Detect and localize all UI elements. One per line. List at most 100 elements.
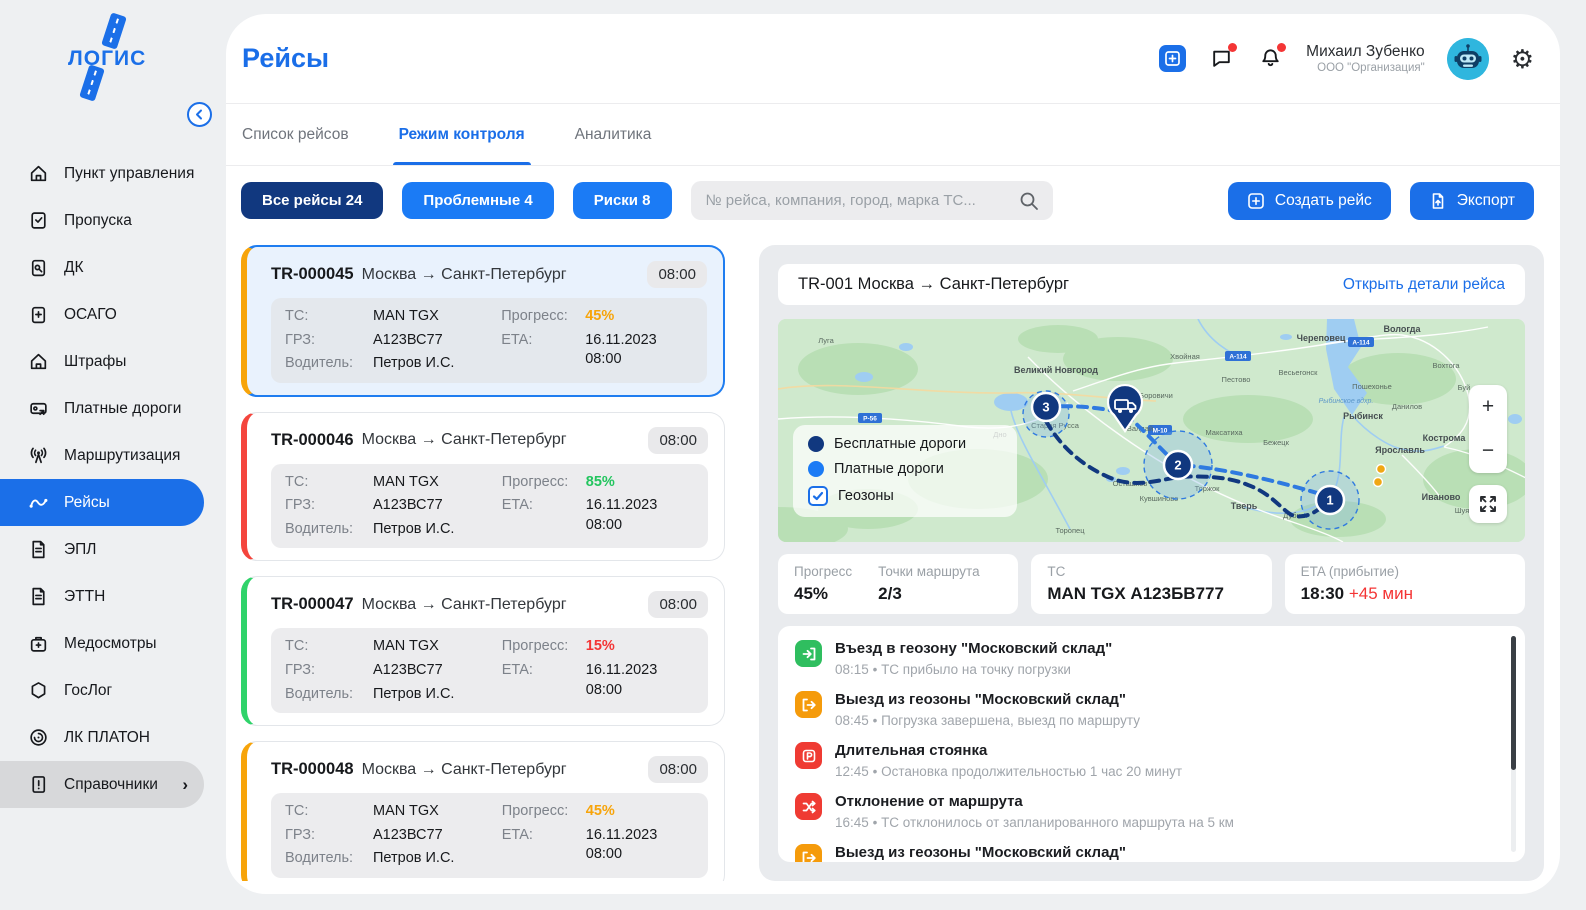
search-input[interactable]: [690, 181, 1053, 220]
trip-card[interactable]: TR-000046 Москва → Санкт-Петербург 08:00…: [241, 411, 725, 562]
sidebar-item-medical[interactable]: Медосмотры: [0, 620, 204, 667]
map-zoom-control: + −: [1469, 385, 1507, 473]
page-title: Рейсы: [242, 43, 330, 73]
eta-label: ETA:: [501, 497, 533, 514]
progress-value: 15%: [585, 638, 615, 655]
plate-label: ГРЗ:: [285, 331, 315, 348]
user-organization: ООО "Организация": [1317, 62, 1425, 74]
sidebar-collapse-button[interactable]: [187, 102, 212, 127]
svg-text:1: 1: [1326, 493, 1333, 508]
svg-text:Данилов: Данилов: [1392, 402, 1422, 411]
document-icon: [32, 587, 45, 606]
sidebar-item-platon[interactable]: ЛК ПЛАТОН: [0, 714, 204, 761]
create-trip-button[interactable]: Создать рейс: [1227, 181, 1391, 220]
notifications-button[interactable]: [1257, 43, 1287, 72]
eta-label: ETA:: [501, 661, 533, 678]
zoom-in-button[interactable]: +: [1469, 385, 1507, 429]
driver-label: Водитель:: [285, 850, 354, 867]
toll-card-icon: [30, 402, 47, 416]
geozone-exit-icon: [795, 844, 822, 862]
open-trip-details-link[interactable]: Открыть детали рейса: [1343, 276, 1505, 294]
stat-value-route-points: 2/3: [878, 584, 902, 603]
svg-text:Торопец: Торопец: [1055, 526, 1085, 535]
sidebar-item-fines[interactable]: Штрафы: [0, 338, 204, 385]
svg-text:Великий Новгород: Великий Новгород: [1014, 365, 1098, 375]
sidebar: ЛОГИС Пункт управления Пропуска ДК ОСАГО…: [0, 0, 226, 910]
user-name: Михаил Зубенко: [1306, 42, 1425, 60]
filter-problems[interactable]: Проблемные 4: [402, 182, 554, 219]
trip-route: Москва → Санкт-Петербург: [361, 595, 567, 613]
stat-label: Точки маршрута: [878, 564, 980, 579]
event-title: Отклонение от маршрута: [835, 793, 1023, 810]
eta-value: 16.11.2023 08:00: [585, 661, 658, 698]
event-item[interactable]: Длительная стоянка 12:45 • Остановка про…: [795, 740, 1499, 782]
sidebar-item-osago[interactable]: ОСАГО: [0, 291, 204, 338]
trip-card[interactable]: TR-000045 Москва → Санкт-Петербург 08:00…: [241, 245, 725, 397]
add-widget-button[interactable]: [1159, 45, 1187, 72]
notification-dot: [1228, 43, 1238, 52]
sidebar-item-epl[interactable]: ЭПЛ: [0, 526, 204, 573]
event-log: Въезд в геозону "Московский склад" 08:15…: [778, 626, 1525, 862]
legend-label: Платные дороги: [834, 461, 944, 477]
settings-button[interactable]: ⚙: [1511, 46, 1534, 72]
geozones-checkbox[interactable]: [808, 486, 828, 506]
map[interactable]: А-114 А-114 М-10 Р-56 Череповец Вологда …: [778, 319, 1525, 542]
parking-icon: [795, 742, 822, 769]
event-title: Выезд из геозоны "Московский склад": [835, 844, 1127, 861]
sidebar-item-passes[interactable]: Пропуска: [0, 197, 204, 244]
sidebar-item-toll-roads[interactable]: Платные дороги: [0, 385, 204, 432]
svg-text:Рыбинское вдхр.: Рыбинское вдхр.: [1319, 397, 1374, 405]
tab-trip-list[interactable]: Список рейсов: [242, 104, 349, 165]
tab-control-mode[interactable]: Режим контроля: [392, 104, 531, 165]
svg-text:А-114: А-114: [1229, 354, 1247, 361]
app-header: Рейсы Михаил Зубенко ООО "Организация" ⚙: [226, 14, 1560, 104]
event-item[interactable]: Выезд из геозоны "Московский склад" 08:4…: [795, 689, 1499, 731]
sidebar-item-trips[interactable]: Рейсы: [0, 479, 204, 526]
trip-details: ТС: MAN TGX ГРЗ: А123ВС77 Водитель: Петров …: [271, 793, 708, 878]
svg-text:Луга: Луга: [818, 336, 834, 345]
zoom-out-button[interactable]: −: [1469, 429, 1507, 473]
chevron-right-icon: ›: [182, 774, 188, 794]
event-item[interactable]: Отклонение от маршрута 16:45 • ТС отклон…: [795, 791, 1499, 833]
vehicle-label: ТС:: [285, 638, 309, 655]
svg-text:А-114: А-114: [1352, 340, 1370, 347]
sidebar-item-label: ГосЛог: [64, 681, 113, 699]
messages-button[interactable]: [1208, 43, 1238, 72]
avatar[interactable]: [1446, 37, 1489, 80]
search-icon: [1020, 192, 1038, 210]
antenna-icon: [30, 447, 47, 464]
sidebar-item-ettn[interactable]: ЭТТН: [0, 573, 204, 620]
trip-card[interactable]: TR-000048 Москва → Санкт-Петербург 08:00…: [241, 741, 725, 881]
sidebar-item-dk[interactable]: ДК: [0, 244, 204, 291]
trip-detail-panel: TR-001 Москва → Санкт-Петербург Открыть …: [759, 245, 1544, 881]
driver-value: Петров И.С.: [373, 685, 455, 702]
route-deviation-icon: [795, 793, 822, 820]
create-trip-label: Создать рейс: [1274, 191, 1372, 209]
svg-text:Тверь: Тверь: [1231, 501, 1258, 511]
svg-text:Вологда: Вологда: [1384, 324, 1422, 334]
event-item[interactable]: Выезд из геозоны "Московский склад" 08:4…: [795, 842, 1499, 862]
stat-value-progress: 45%: [794, 584, 829, 603]
sidebar-item-routing[interactable]: Маршрутизация: [0, 432, 204, 479]
event-scrollbar-thumb[interactable]: [1511, 636, 1516, 770]
event-scrollbar-track[interactable]: [1511, 636, 1516, 852]
filter-risks[interactable]: Риски 8: [572, 182, 672, 219]
user-block[interactable]: Михаил Зубенко ООО "Организация": [1306, 42, 1425, 76]
sidebar-item-goslog[interactable]: ГосЛог: [0, 667, 204, 714]
filter-all-trips[interactable]: Все рейсы 24: [241, 182, 384, 219]
event-item[interactable]: Въезд в геозону "Московский склад" 08:15…: [795, 638, 1499, 680]
search-box: [690, 181, 1053, 220]
tab-analytics[interactable]: Аналитика: [575, 104, 652, 165]
trip-card-header: TR-000048 Москва → Санкт-Петербург 08:00: [247, 754, 712, 793]
sidebar-item-control-point[interactable]: Пункт управления: [0, 150, 204, 197]
trip-time-badge: 08:00: [648, 756, 708, 784]
pass-check-icon: [31, 212, 46, 229]
free-roads-dot: [808, 436, 824, 452]
sidebar-item-reference[interactable]: Справочники ›: [0, 761, 204, 808]
plate-value: А123ВС77: [373, 661, 443, 678]
stat-label: ТС: [1047, 564, 1066, 579]
export-button[interactable]: Экспорт: [1409, 181, 1534, 220]
trip-card[interactable]: TR-000047 Москва → Санкт-Петербург 08:00…: [241, 576, 725, 727]
plate-label: ГРЗ:: [285, 661, 315, 678]
fullscreen-button[interactable]: [1469, 485, 1507, 523]
